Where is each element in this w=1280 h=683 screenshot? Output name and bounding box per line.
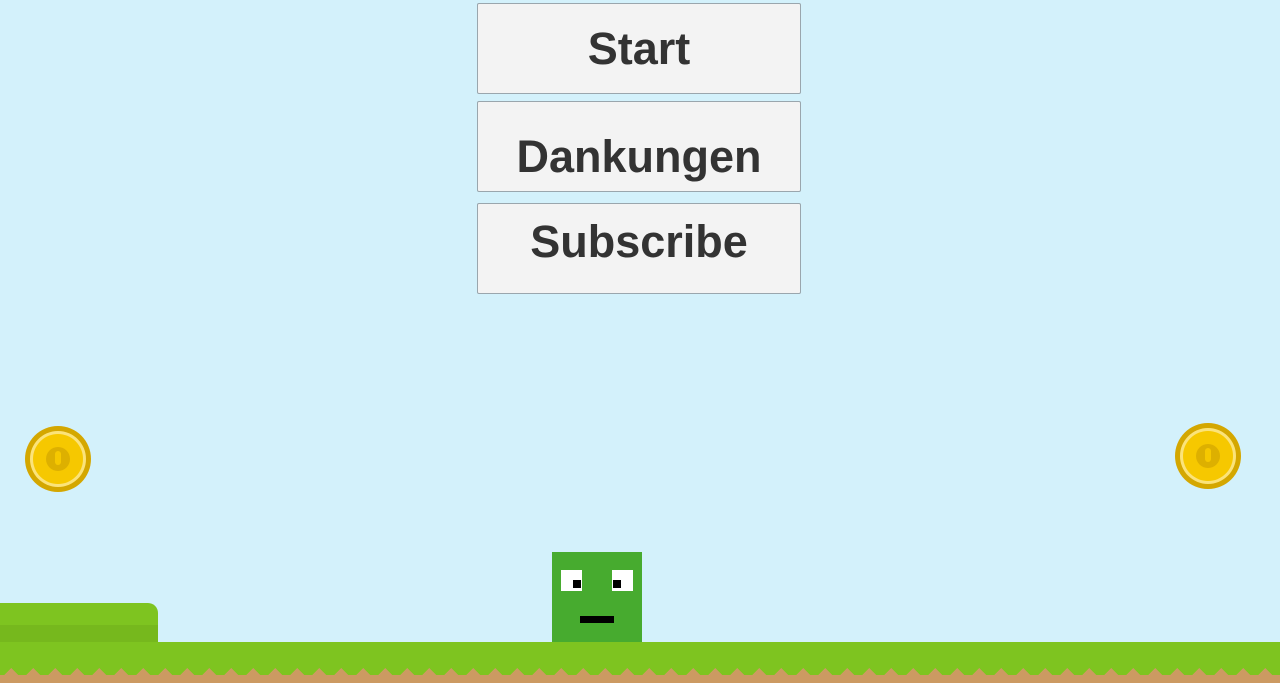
- player-left-eye: [561, 570, 582, 591]
- player-mouth: [580, 616, 614, 623]
- start-button[interactable]: Start: [477, 3, 801, 94]
- player-right-eye: [612, 570, 633, 591]
- subscribe-button-label: Subscribe: [530, 216, 748, 267]
- coin-icon: [1175, 423, 1241, 489]
- subscribe-button[interactable]: Subscribe: [477, 203, 801, 294]
- player-right-pupil: [613, 580, 621, 588]
- ground: [0, 642, 1280, 683]
- player-character: [552, 552, 642, 642]
- player-left-pupil: [573, 580, 581, 588]
- grass-edge: [0, 661, 1280, 675]
- grass-strip: [0, 642, 1280, 662]
- start-button-label: Start: [587, 22, 691, 74]
- game-screen: { "menu": { "start_label": "Start", "cre…: [0, 0, 1280, 683]
- coin-icon: [25, 426, 91, 492]
- credits-button-label: Dankungen: [516, 131, 762, 182]
- credits-button[interactable]: Dankungen: [477, 101, 801, 192]
